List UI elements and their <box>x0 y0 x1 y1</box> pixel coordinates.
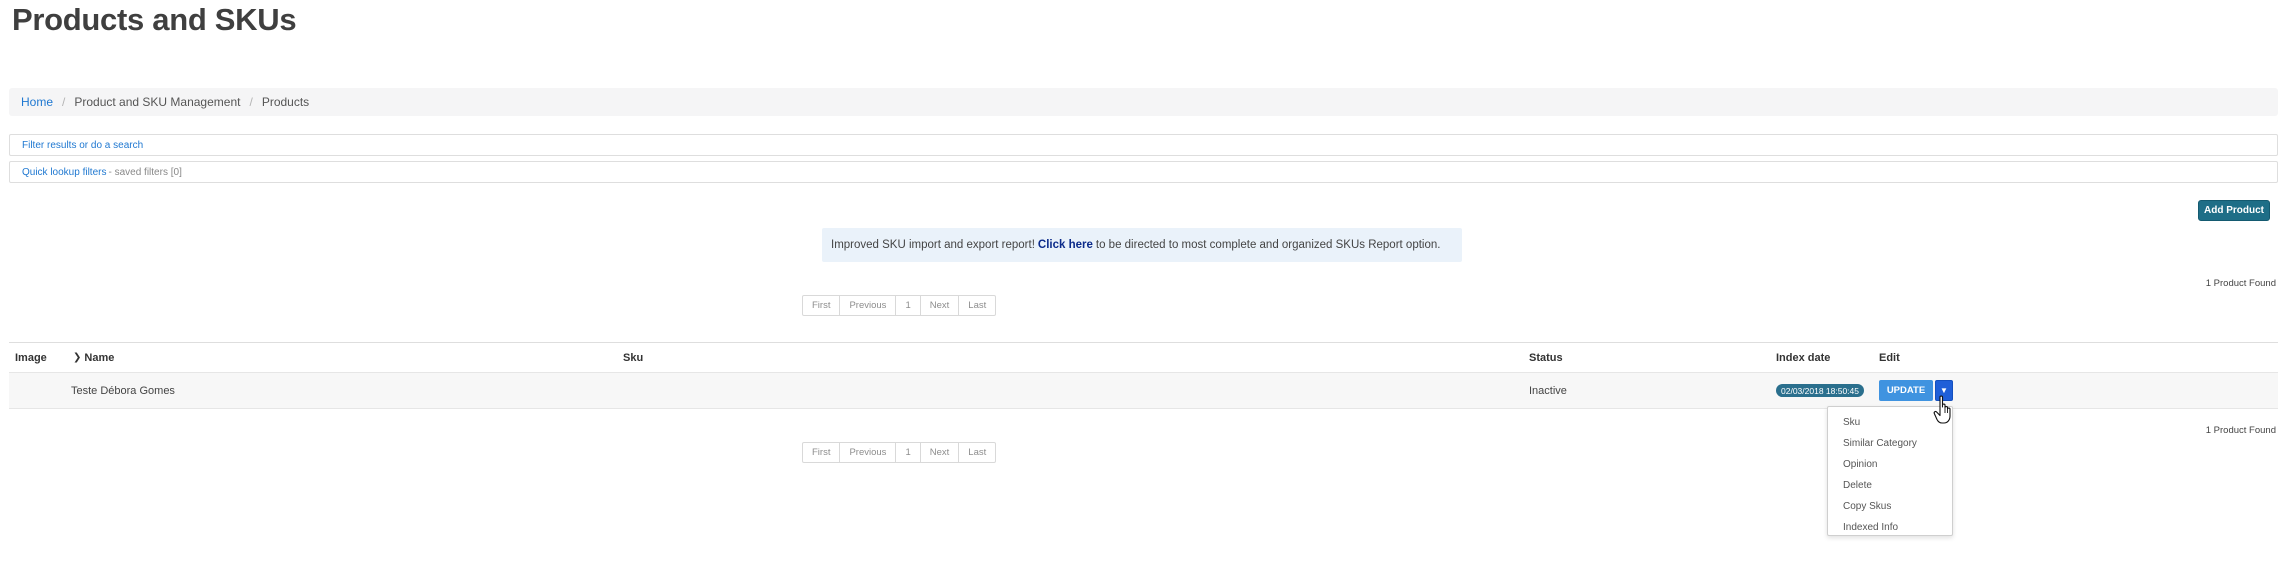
breadcrumb-separator: / <box>249 95 253 109</box>
pager-first-button[interactable]: First <box>803 296 841 315</box>
index-date-badge: 02/03/2018 18:50:45 <box>1776 384 1864 397</box>
col-name-label: Name <box>84 351 115 364</box>
hand-pointer-cursor-icon <box>1933 395 1951 424</box>
page-title: Products and SKUs <box>12 2 297 37</box>
quick-filter-panel[interactable]: Quick lookup filters - saved filters [0] <box>9 161 2278 183</box>
pager-first-button[interactable]: First <box>803 443 841 462</box>
update-button[interactable]: UPDATE <box>1879 380 1933 401</box>
menu-item-similar-category[interactable]: Similar Category <box>1828 433 1952 454</box>
menu-item-delete[interactable]: Delete <box>1828 475 1952 496</box>
notice-click-here-link[interactable]: Click here <box>1038 239 1093 251</box>
row-actions-menu: Sku Similar Category Opinion Delete Copy… <box>1827 406 1953 536</box>
menu-item-indexed-info[interactable]: Indexed Info <box>1828 517 1952 538</box>
menu-item-opinion[interactable]: Opinion <box>1828 454 1952 475</box>
pager-next-button[interactable]: Next <box>921 443 960 462</box>
breadcrumb-management[interactable]: Product and SKU Management <box>74 95 240 109</box>
pager-last-button[interactable]: Last <box>959 443 995 462</box>
quick-lookup-filters-link[interactable]: Quick lookup filters <box>22 167 106 178</box>
products-table-header: Image ❯ Name Sku Status Index date Edit <box>9 342 2278 372</box>
pagination-bottom: First Previous 1 Next Last <box>802 442 997 463</box>
sku-report-notice: Improved SKU import and export report! C… <box>822 228 1462 262</box>
col-edit-header: Edit <box>1879 351 1900 364</box>
product-status: Inactive <box>1529 384 1567 397</box>
pager-last-button[interactable]: Last <box>959 296 995 315</box>
filter-search-link[interactable]: Filter results or do a search <box>22 140 143 151</box>
pager-previous-button[interactable]: Previous <box>840 443 897 462</box>
col-status-header: Status <box>1529 351 1563 364</box>
caret-down-icon: ▼ <box>1940 386 1948 395</box>
col-index-date-header: Index date <box>1776 351 1831 364</box>
breadcrumb-current: Products <box>261 95 310 109</box>
index-date-cell: 02/03/2018 18:50:45 <box>1776 373 1864 408</box>
breadcrumb-separator: / <box>62 95 66 109</box>
notice-text-after: to be directed to most complete and orga… <box>1095 239 1441 251</box>
pager-page-1[interactable]: 1 <box>896 443 921 462</box>
results-count-top: 1 Product Found <box>2205 278 2276 289</box>
col-image-header: Image <box>15 351 47 364</box>
menu-item-copy-skus[interactable]: Copy Skus <box>1828 496 1952 517</box>
results-count-bottom: 1 Product Found <box>2205 425 2276 436</box>
notice-text-before: Improved SKU import and export report! <box>831 239 1035 251</box>
saved-filters-count: - saved filters [0] <box>108 166 182 178</box>
pager-page-1[interactable]: 1 <box>896 296 921 315</box>
add-product-button[interactable]: Add Product <box>2198 200 2270 221</box>
col-sku-header: Sku <box>623 351 644 364</box>
col-name-header[interactable]: ❯ Name <box>73 343 114 372</box>
sort-chevron-icon: ❯ <box>73 352 82 363</box>
product-name[interactable]: Teste Débora Gomes <box>71 373 175 408</box>
pager-previous-button[interactable]: Previous <box>840 296 897 315</box>
pagination-top: First Previous 1 Next Last <box>802 295 997 316</box>
breadcrumb-home-link[interactable]: Home <box>21 95 53 109</box>
pager-next-button[interactable]: Next <box>921 296 960 315</box>
breadcrumb: Home / Product and SKU Management / Prod… <box>9 88 2278 116</box>
search-filter-panel[interactable]: Filter results or do a search <box>9 134 2278 156</box>
